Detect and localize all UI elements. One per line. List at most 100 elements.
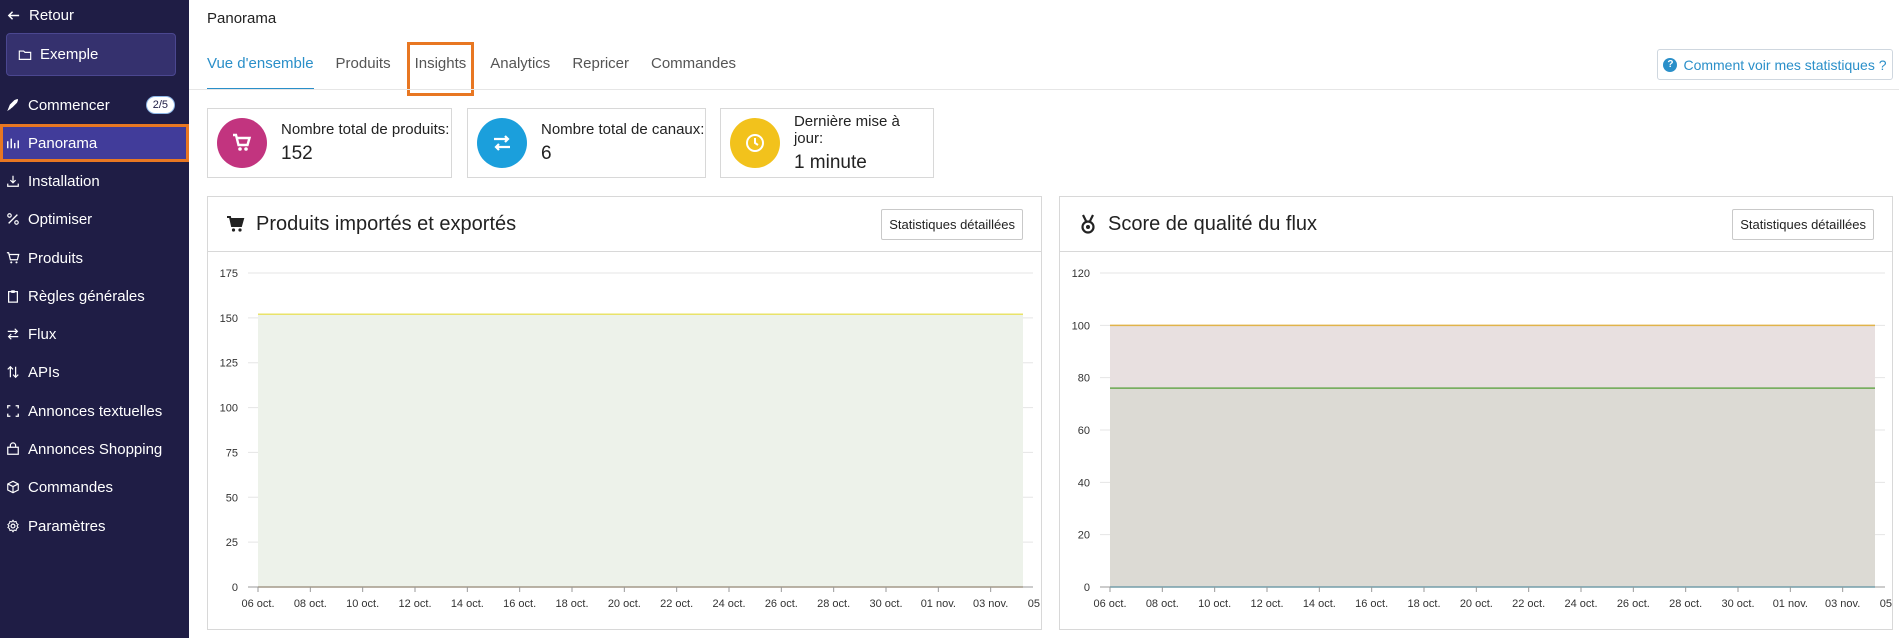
x-tick-label: 30 oct. [869, 598, 902, 610]
medal-icon [1081, 214, 1095, 234]
y-tick-label: 125 [220, 358, 238, 370]
chart-imported-exported: 0 25 50 75 100 125 150 175 06 oct. 08 oct. 10 oct.… [220, 268, 1041, 610]
swap-icon [477, 118, 527, 168]
workspace-label: Exemple [40, 46, 99, 63]
sidebar-item-label: Optimiser [28, 210, 93, 228]
x-tick-label: 28 oct. [817, 598, 850, 610]
x-tick-label: 24 oct. [1564, 598, 1597, 610]
x-tick-label: 16 oct. [503, 598, 536, 610]
help-statistics-button[interactable]: ? Comment voir mes statistiques ? [1657, 49, 1893, 80]
sidebar-item-label: APIs [28, 363, 60, 381]
stat-value: 6 [541, 143, 552, 164]
detailed-stats-button[interactable]: Statistiques détaillées [1732, 209, 1874, 240]
y-tick-label: 25 [226, 537, 238, 549]
tab-bar: Vue d'ensemble Produits Insights Analyti… [207, 42, 758, 96]
box-icon [7, 480, 19, 494]
stat-value: 1 minute [793, 151, 867, 173]
gear-icon [7, 519, 19, 533]
sidebar-item-label: Produits [28, 249, 84, 267]
y-tick-label: 100 [220, 403, 238, 415]
help-label: Comment voir mes statistiques ? [1683, 56, 1887, 73]
sidebar-item-label: Règles générales [28, 287, 145, 305]
sidebar-item-label: Commencer [28, 96, 110, 114]
sidebar-item-label: Flux [28, 325, 57, 343]
sidebar-item-label: Paramètres [28, 517, 106, 535]
x-tick-label: 08 oct. [294, 598, 327, 610]
x-tick-label: 12 oct. [398, 598, 431, 610]
x-tick-label: 05 n... [1028, 598, 1041, 610]
x-tick-label: 28 oct. [1669, 598, 1702, 610]
tab-repricer[interactable]: Repricer [572, 48, 629, 90]
y-tick-label: 175 [220, 268, 238, 280]
workspace-selector[interactable]: Exemple [6, 33, 176, 76]
x-tick-label: 12 oct. [1250, 598, 1283, 610]
sidebar-item-flux[interactable]: Flux [0, 315, 189, 353]
sidebar-item-label: Annonces Shopping [28, 440, 163, 458]
x-tick-label: 20 oct. [1460, 598, 1493, 610]
tab-divider [189, 89, 1899, 90]
x-tick-label: 06 oct. [1093, 598, 1126, 610]
series-area [1110, 388, 1875, 587]
tab-produits[interactable]: Produits [336, 48, 391, 90]
y-tick-label: 100 [1072, 320, 1090, 332]
sidebar-item-label: Commandes [28, 478, 114, 496]
panel-title: Produits importés et exportés [256, 212, 517, 235]
tab-commandes[interactable]: Commandes [651, 48, 736, 90]
x-tick-label: 16 oct. [1355, 598, 1388, 610]
y-tick-label: 80 [1078, 373, 1090, 385]
panel-imported-exported: Produits importés et exportés Statistiqu… [207, 196, 1042, 630]
question-icon: ? [1663, 57, 1678, 72]
x-tick-label: 10 oct. [1198, 598, 1231, 610]
page-title: Panorama [207, 10, 277, 27]
x-tick-label: 01 nov. [921, 598, 956, 610]
sidebar-item-installation[interactable]: Installation [0, 162, 189, 200]
sidebar-item-regles[interactable]: Règles générales [0, 277, 189, 315]
x-tick-label: 18 oct. [555, 598, 588, 610]
detailed-stats-button[interactable]: Statistiques détaillées [881, 209, 1023, 240]
x-tick-label: 06 oct. [241, 598, 274, 610]
x-tick-label: 24 oct. [712, 598, 745, 610]
y-tick-label: 50 [226, 492, 238, 504]
y-tick-label: 150 [220, 313, 238, 325]
sidebar-item-annonces-textuelles[interactable]: Annonces textuelles [0, 392, 189, 430]
x-tick-label: 03 nov. [973, 598, 1008, 610]
x-tick-label: 22 oct. [660, 598, 693, 610]
x-tick-label: 08 oct. [1146, 598, 1179, 610]
back-link[interactable]: Retour [6, 5, 74, 25]
stat-label: Nombre total de canaux: [541, 121, 705, 138]
tab-insights[interactable]: Insights [406, 42, 475, 96]
percent-icon [7, 213, 19, 225]
x-tick-label: 18 oct. [1407, 598, 1440, 610]
install-icon [7, 175, 19, 187]
sidebar-item-produits[interactable]: Produits [0, 239, 189, 277]
sidebar-item-parametres[interactable]: Paramètres [0, 507, 189, 545]
folder-icon [18, 49, 32, 60]
panel-quality-score: Score de qualité du flux Statistiques dé… [1059, 196, 1893, 630]
stat-value: 152 [281, 143, 313, 164]
y-tick-label: 75 [226, 447, 238, 459]
tab-vue-ensemble[interactable]: Vue d'ensemble [207, 48, 314, 90]
y-tick-label: 120 [1072, 268, 1090, 280]
y-tick-label: 0 [1084, 582, 1090, 594]
sidebar-item-annonces-shopping[interactable]: Annonces Shopping [0, 430, 189, 468]
series-area [258, 314, 1023, 587]
stat-label: Dernière mise à jour: [793, 112, 900, 147]
sidebar-item-apis[interactable]: APIs [0, 353, 189, 391]
bar-chart-icon [7, 138, 19, 149]
sidebar: Retour Exemple Commencer 2/5 Panorama In… [0, 0, 189, 638]
cart-icon [217, 118, 267, 168]
sidebar-item-optimiser[interactable]: Optimiser [0, 200, 189, 238]
tab-analytics[interactable]: Analytics [490, 48, 550, 90]
x-tick-label: 10 oct. [346, 598, 379, 610]
clipboard-icon [8, 290, 18, 303]
stat-card-produits: Nombre total de produits: 152 [207, 108, 452, 178]
x-tick-label: 01 nov. [1773, 598, 1808, 610]
x-tick-label: 26 oct. [765, 598, 798, 610]
progress-badge: 2/5 [145, 96, 175, 114]
updown-icon [7, 365, 19, 379]
x-tick-label: 26 oct. [1617, 598, 1650, 610]
stat-label: Nombre total de produits: [281, 121, 450, 138]
sidebar-item-commencer[interactable]: Commencer 2/5 [0, 86, 189, 124]
sidebar-item-panorama[interactable]: Panorama [0, 124, 189, 162]
sidebar-item-commandes[interactable]: Commandes [0, 468, 189, 506]
